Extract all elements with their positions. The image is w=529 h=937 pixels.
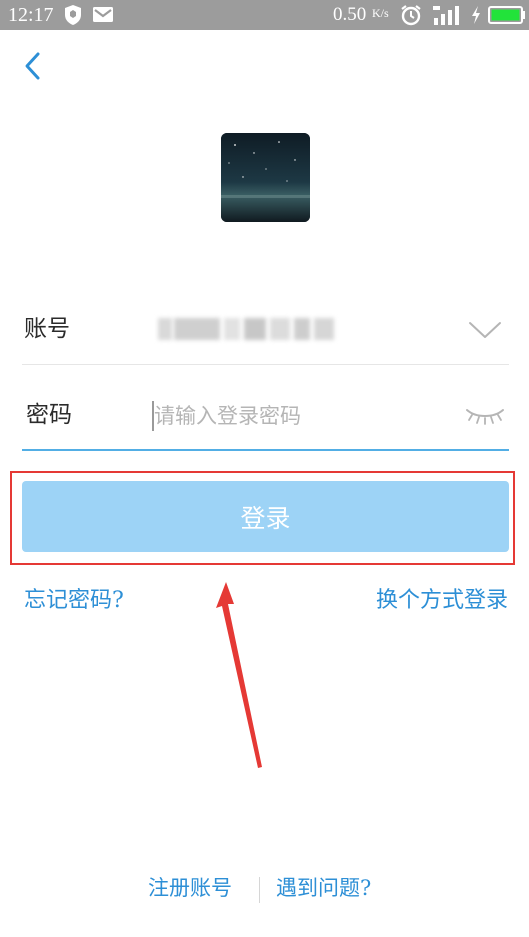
help-link[interactable]: 遇到问题? [276,873,371,903]
account-field-obscured[interactable] [158,318,336,340]
mail-icon [93,7,113,22]
signal-icon [433,6,459,25]
password-input[interactable] [152,398,452,434]
switch-login-method-link[interactable]: 换个方式登录 [376,586,508,616]
eye-closed-icon[interactable] [464,404,506,426]
status-time: 12:17 [8,4,54,26]
battery-icon [488,6,525,24]
password-label: 密码 [26,402,72,428]
register-account-link[interactable]: 注册账号 [148,873,232,903]
login-button[interactable]: 登录 [22,481,509,552]
chevron-down-icon[interactable] [467,318,503,342]
back-button[interactable] [18,48,48,84]
login-screen: 12:17 0.50 K/s 账号 密码 登录 忘记密码? 换个方式登录 注册账… [0,0,529,937]
charging-icon [472,6,480,24]
account-label: 账号 [24,316,70,342]
footer-divider [259,877,260,903]
status-bar: 12:17 0.50 K/s [0,0,529,30]
annotation-arrow-icon [216,582,262,768]
net-speed-unit: K/s [372,6,389,20]
text-caret [152,401,154,431]
avatar [221,133,310,222]
forgot-password-link[interactable]: 忘记密码? [24,586,124,616]
net-speed: 0.50 [333,4,367,25]
alarm-icon [401,5,421,26]
password-focus-line [22,449,509,451]
account-divider [22,364,509,365]
shield-icon [65,5,81,25]
